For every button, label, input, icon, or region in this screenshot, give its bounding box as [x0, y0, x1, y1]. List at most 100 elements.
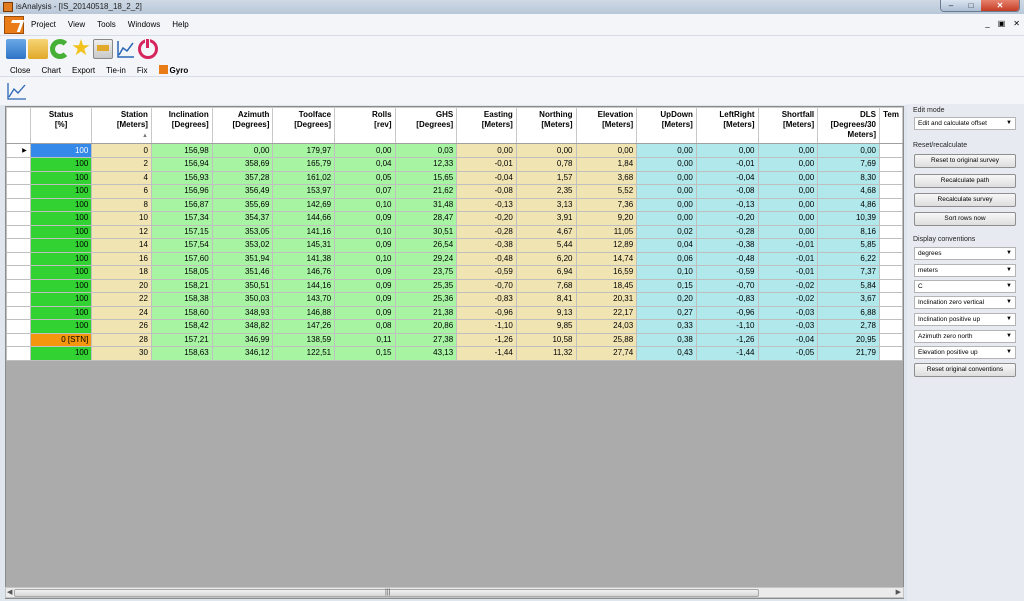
cell-leftright[interactable]: 0,00	[695, 143, 759, 158]
cell-rolls[interactable]: 0,09	[334, 211, 396, 226]
cell-rolls[interactable]: 0,10	[334, 251, 396, 266]
column-header-updown[interactable]: UpDown [Meters]	[636, 107, 697, 144]
row-header[interactable]	[6, 332, 31, 347]
mdi-minimize-button[interactable]: _	[985, 19, 989, 28]
cell-elevation[interactable]: 14,74	[575, 251, 638, 266]
cell-northing[interactable]: 9,85	[515, 319, 577, 334]
cell-status[interactable]: 100	[29, 170, 93, 185]
table-row[interactable]: 100 20 158,21 350,51 144,16 0,09 25,35 -0,70 7,6…	[6, 278, 903, 293]
cell-ghs[interactable]: 21,38	[394, 305, 458, 320]
cell-easting[interactable]: -1,10	[456, 319, 517, 334]
cell-tem[interactable]	[878, 332, 903, 347]
cell-tem[interactable]	[878, 278, 903, 293]
cell-leftright[interactable]: -0,20	[695, 211, 759, 226]
export-button[interactable]: Export	[72, 66, 95, 75]
column-header-status[interactable]: Status [%]	[29, 107, 93, 144]
menu-help[interactable]: Help	[172, 20, 188, 29]
cell-rolls[interactable]: 0,04	[334, 157, 396, 172]
cell-rolls[interactable]: 0,09	[334, 238, 396, 253]
cell-rolls[interactable]: 0,15	[334, 346, 396, 361]
cell-azimuth[interactable]: 353,02	[211, 238, 274, 253]
cell-northing[interactable]: 7,68	[515, 278, 577, 293]
table-row[interactable]: 100 22 158,38 350,03 143,70 0,09 25,36 -0,83 8,4…	[6, 292, 903, 307]
cell-station[interactable]: 18	[91, 265, 152, 280]
cell-toolface[interactable]: 145,31	[272, 238, 336, 253]
cell-northing[interactable]: 6,20	[515, 251, 577, 266]
cell-dls[interactable]: 10,39	[817, 211, 880, 226]
cell-elevation[interactable]: 12,89	[575, 238, 638, 253]
cell-easting[interactable]: -0,48	[456, 251, 517, 266]
cell-northing[interactable]: 5,44	[515, 238, 577, 253]
cell-shortfall[interactable]: -0,01	[757, 238, 819, 253]
cell-station[interactable]: 6	[91, 184, 152, 199]
cell-status[interactable]: 100	[29, 346, 93, 361]
cell-rolls[interactable]: 0,09	[334, 292, 396, 307]
cell-northing[interactable]: 0,78	[515, 157, 577, 172]
cell-leftright[interactable]: -1,44	[695, 346, 759, 361]
cell-azimuth[interactable]: 348,93	[211, 305, 274, 320]
cell-status[interactable]: 0 [STN]	[29, 332, 93, 347]
cell-rolls[interactable]: 0,05	[334, 170, 396, 185]
cell-inclination[interactable]: 158,38	[150, 292, 213, 307]
cell-shortfall[interactable]: 0,00	[757, 184, 819, 199]
cell-station[interactable]: 26	[91, 319, 152, 334]
table-row[interactable]: 100 10 157,34 354,37 144,66 0,09 28,47 -0,20 3,9…	[6, 211, 903, 226]
cell-updown[interactable]: 0,20	[636, 292, 697, 307]
cell-tem[interactable]	[878, 238, 903, 253]
cell-inclination[interactable]: 157,15	[150, 224, 213, 239]
cell-ghs[interactable]: 0,03	[394, 143, 458, 158]
cell-station[interactable]: 24	[91, 305, 152, 320]
cell-station[interactable]: 2	[91, 157, 152, 172]
cell-status[interactable]: 100	[29, 184, 93, 199]
cell-dls[interactable]: 8,16	[817, 224, 880, 239]
cell-status[interactable]: 100	[29, 305, 93, 320]
cell-toolface[interactable]: 179,97	[272, 143, 336, 158]
cell-azimuth[interactable]: 346,12	[211, 346, 274, 361]
mdi-restore-button[interactable]: ▣	[998, 19, 1006, 28]
cell-leftright[interactable]: -0,70	[695, 278, 759, 293]
cell-ghs[interactable]: 26,54	[394, 238, 458, 253]
cell-updown[interactable]: 0,00	[636, 184, 697, 199]
cell-station[interactable]: 0	[91, 143, 152, 158]
table-row[interactable]: 100 2 156,94 358,69 165,79 0,04 12,33 -0,01 0,78…	[6, 157, 903, 172]
chart-button[interactable]: Chart	[41, 66, 61, 75]
row-header[interactable]	[6, 157, 31, 172]
cell-toolface[interactable]: 161,02	[272, 170, 336, 185]
cell-inclination[interactable]: 156,96	[150, 184, 213, 199]
cell-inclination[interactable]: 157,34	[150, 211, 213, 226]
cell-leftright[interactable]: -0,83	[695, 292, 759, 307]
sort-rows-button[interactable]: Sort rows now	[914, 212, 1016, 226]
cell-ghs[interactable]: 12,33	[394, 157, 458, 172]
mdi-close-button[interactable]: ✕	[1013, 19, 1020, 28]
cell-shortfall[interactable]: -0,03	[757, 319, 819, 334]
cell-rolls[interactable]: 0,08	[334, 319, 396, 334]
cell-status[interactable]: 100	[29, 238, 93, 253]
cell-shortfall[interactable]: -0,05	[757, 346, 819, 361]
cell-northing[interactable]: 4,67	[515, 224, 577, 239]
cell-toolface[interactable]: 146,88	[272, 305, 336, 320]
cell-azimuth[interactable]: 358,69	[211, 157, 274, 172]
cell-azimuth[interactable]: 355,69	[211, 197, 274, 212]
column-header-elevation[interactable]: Elevation [Meters]	[575, 107, 638, 144]
column-header-leftright[interactable]: LeftRight [Meters]	[695, 107, 759, 144]
cell-leftright[interactable]: -0,28	[695, 224, 759, 239]
cell-ghs[interactable]: 31,48	[394, 197, 458, 212]
scroll-right-icon[interactable]: ▶	[896, 588, 901, 596]
cell-status[interactable]: 100	[29, 197, 93, 212]
cell-easting[interactable]: -0,04	[456, 170, 517, 185]
cell-northing[interactable]: 3,91	[515, 211, 577, 226]
cell-tem[interactable]	[878, 143, 903, 158]
cell-station[interactable]: 20	[91, 278, 152, 293]
scrollbar-thumb[interactable]: |||	[14, 589, 759, 597]
cell-toolface[interactable]: 141,38	[272, 251, 336, 266]
cell-rolls[interactable]: 0,10	[334, 197, 396, 212]
cell-rolls[interactable]: 0,10	[334, 224, 396, 239]
edit-mode-select[interactable]: Edit and calculate offset ▼	[914, 117, 1016, 130]
cell-shortfall[interactable]: -0,02	[757, 292, 819, 307]
menu-tools[interactable]: Tools	[97, 20, 116, 29]
cell-easting[interactable]: -0,08	[456, 184, 517, 199]
cell-toolface[interactable]: 153,97	[272, 184, 336, 199]
minimize-button[interactable]: –	[941, 0, 961, 11]
cell-dls[interactable]: 21,79	[817, 346, 880, 361]
cell-azimuth[interactable]: 356,49	[211, 184, 274, 199]
